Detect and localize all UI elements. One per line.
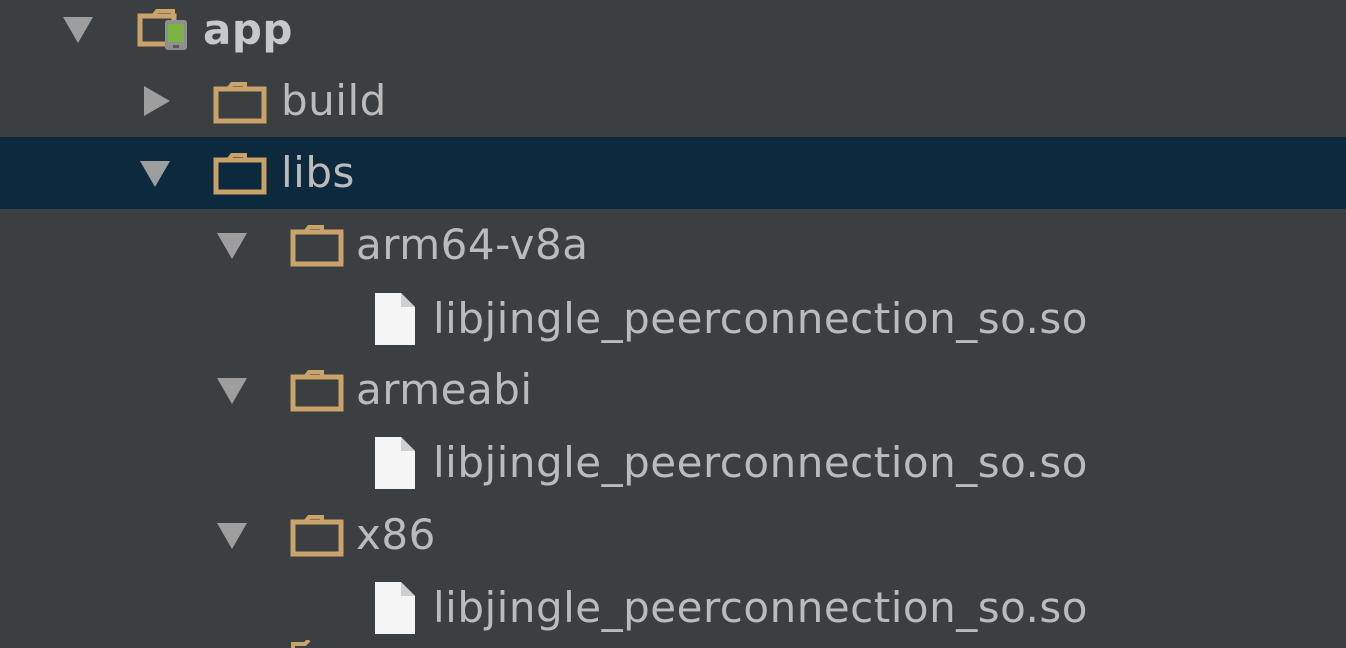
file-icon [375,582,415,634]
node-label: libs [281,148,355,197]
file-icon [375,437,415,489]
expand-arrow-icon[interactable] [63,17,93,43]
node-label: build [281,76,387,125]
collapse-arrow-icon[interactable] [144,86,170,116]
expand-arrow-icon[interactable] [217,378,247,404]
expand-arrow-icon[interactable] [217,523,247,549]
tree-node-build[interactable]: build [0,65,1346,137]
folder-icon [290,225,344,267]
tree-node-app[interactable]: app [0,0,1346,66]
tree-node-arm64-v8a[interactable]: arm64-v8a [0,209,1346,281]
expand-arrow-icon[interactable] [140,161,170,187]
node-label: x86 [356,510,436,559]
folder-icon [290,515,344,557]
node-label: libjingle_peerconnection_so.so [433,294,1088,343]
android-module-folder-icon [137,9,187,50]
folder-icon [213,153,267,195]
folder-icon [290,370,344,412]
tree-node-x86[interactable]: x86 [0,499,1346,571]
node-label: armeabi [356,365,533,414]
file-icon [375,293,415,345]
folder-icon [213,82,267,124]
node-label: arm64-v8a [356,220,589,269]
folder-icon [291,640,311,648]
tree-node-file[interactable]: libjingle_peerconnection_so.so [0,427,1346,499]
tree-node-file[interactable]: libjingle_peerconnection_so.so [0,283,1346,355]
node-label: app [203,5,293,54]
tree-node-file[interactable]: libjingle_peerconnection_so.so [0,572,1346,644]
node-label: libjingle_peerconnection_so.so [433,438,1088,487]
tree-node-armeabi[interactable]: armeabi [0,354,1346,426]
node-label: libjingle_peerconnection_so.so [433,583,1088,632]
tree-node-libs[interactable]: libs [0,137,1346,209]
expand-arrow-icon[interactable] [217,233,247,259]
project-tree: app build libs arm64-v8a libjingle_peerc… [0,0,1346,648]
